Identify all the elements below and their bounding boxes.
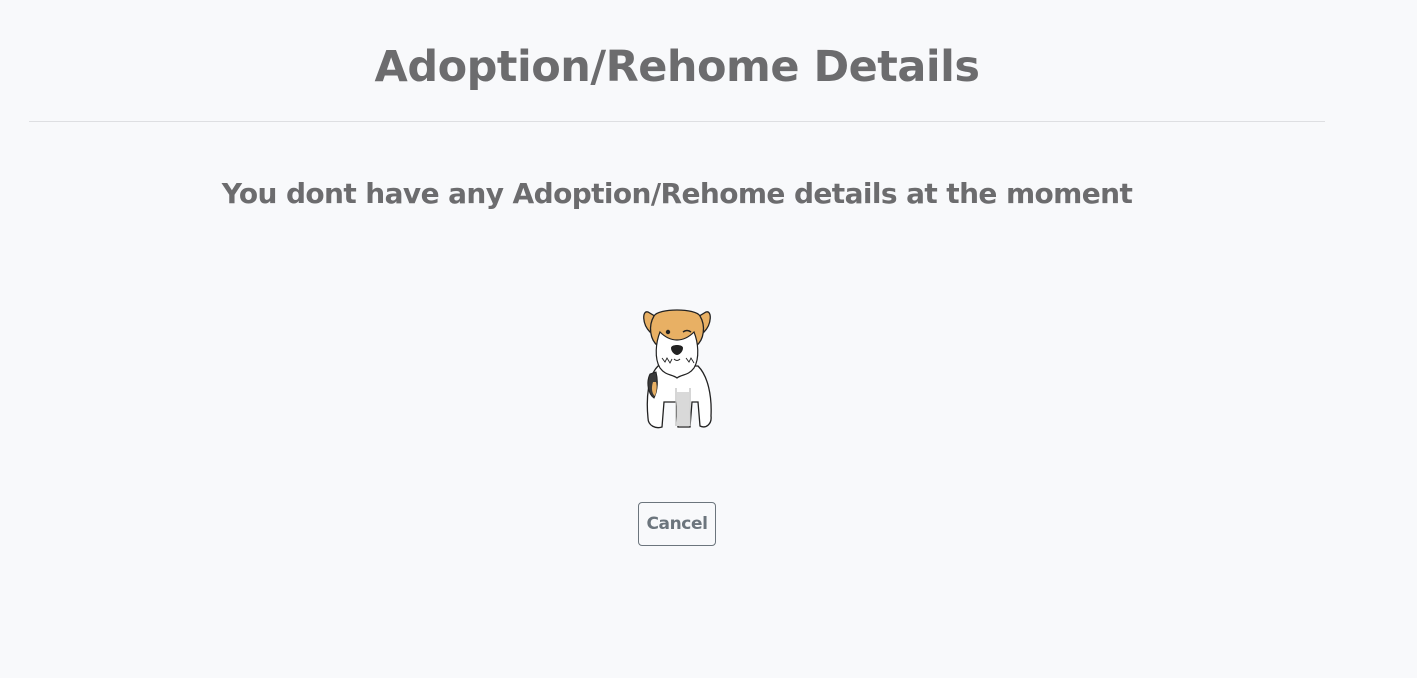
empty-state-message: You dont have any Adoption/Rehome detail… xyxy=(221,177,1133,210)
page-title: Adoption/Rehome Details xyxy=(374,42,980,92)
dog-icon xyxy=(643,309,712,429)
header-divider xyxy=(29,121,1325,122)
cancel-button[interactable]: Cancel xyxy=(638,502,716,546)
